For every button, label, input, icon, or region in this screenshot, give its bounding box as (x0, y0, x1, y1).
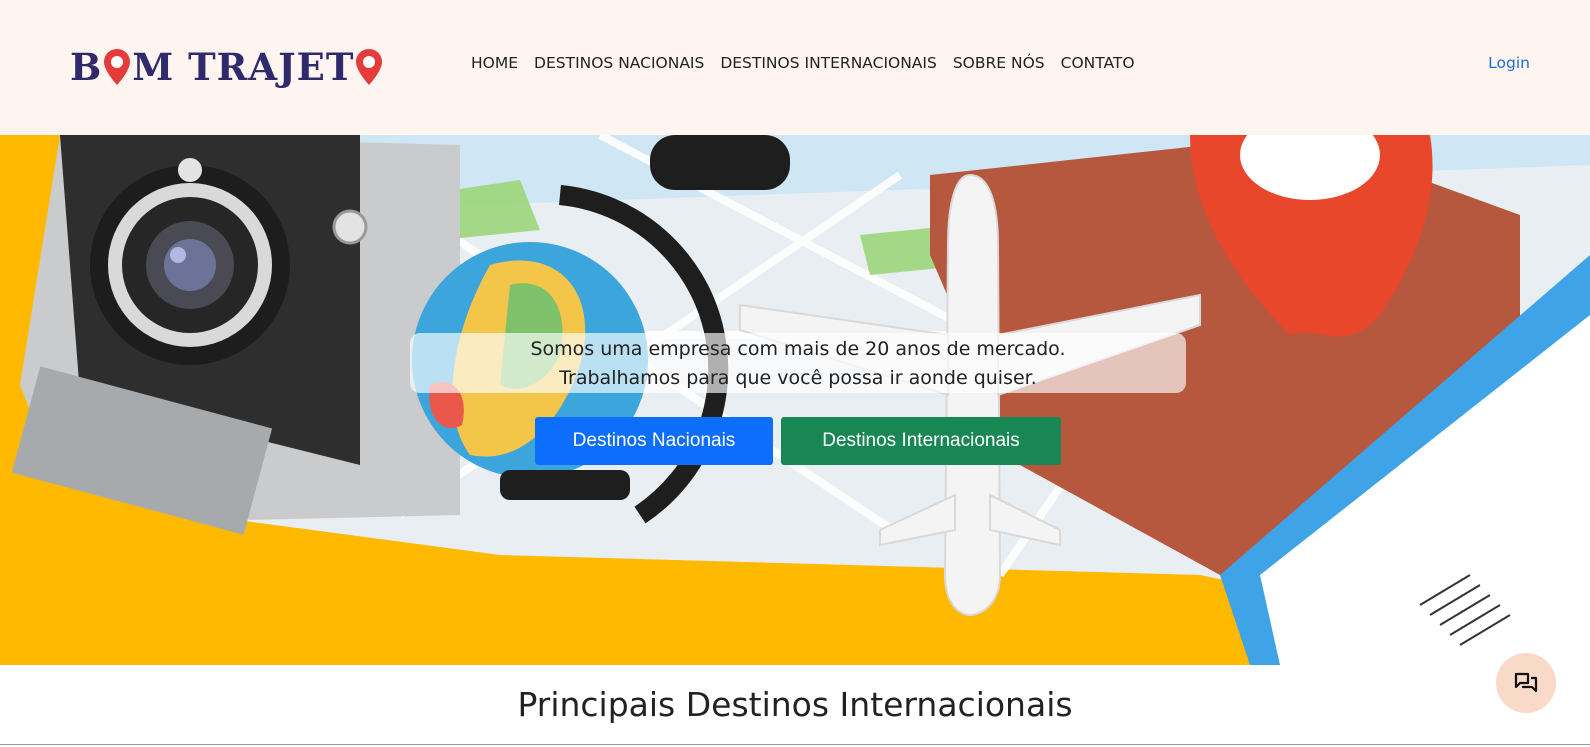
map-pin-icon (356, 49, 383, 85)
site-header: B M TRAJET HOME DESTINOS NACIONAIS DESTI… (0, 0, 1590, 135)
nav-item-destinos-nacionais[interactable]: DESTINOS NACIONAIS (534, 54, 704, 72)
destinos-internacionais-button[interactable]: Destinos Internacionais (781, 417, 1061, 465)
hero-background-image (0, 135, 1590, 665)
main-nav: HOME DESTINOS NACIONAIS DESTINOS INTERNA… (471, 54, 1135, 72)
nav-item-destinos-internacionais[interactable]: DESTINOS INTERNACIONAIS (720, 54, 937, 72)
chat-button[interactable] (1496, 653, 1556, 713)
login-link[interactable]: Login (1488, 54, 1530, 72)
divider (0, 744, 1590, 745)
destinos-nacionais-button[interactable]: Destinos Nacionais (535, 417, 773, 465)
chat-icon (1514, 672, 1538, 693)
logo-text-middle: M TRAJET (132, 45, 355, 89)
brand-logo[interactable]: B M TRAJET (70, 42, 384, 92)
logo-text-b: B (70, 45, 103, 89)
nav-item-home[interactable]: HOME (471, 54, 518, 72)
hero-tagline: Somos uma empresa com mais de 20 anos de… (410, 333, 1186, 393)
section-title: Principais Destinos Internacionais (517, 685, 1073, 724)
nav-item-contato[interactable]: CONTATO (1061, 54, 1135, 72)
nav-item-sobre-nos[interactable]: SOBRE NÓS (953, 54, 1045, 72)
tagline-line-2: Trabalhamos para que você possa ir aonde… (559, 367, 1037, 389)
map-pin-icon (104, 49, 131, 85)
hero-banner: Somos uma empresa com mais de 20 anos de… (0, 135, 1590, 665)
camera-graphic (11, 135, 460, 535)
tagline-line-1: Somos uma empresa com mais de 20 anos de… (530, 338, 1066, 360)
